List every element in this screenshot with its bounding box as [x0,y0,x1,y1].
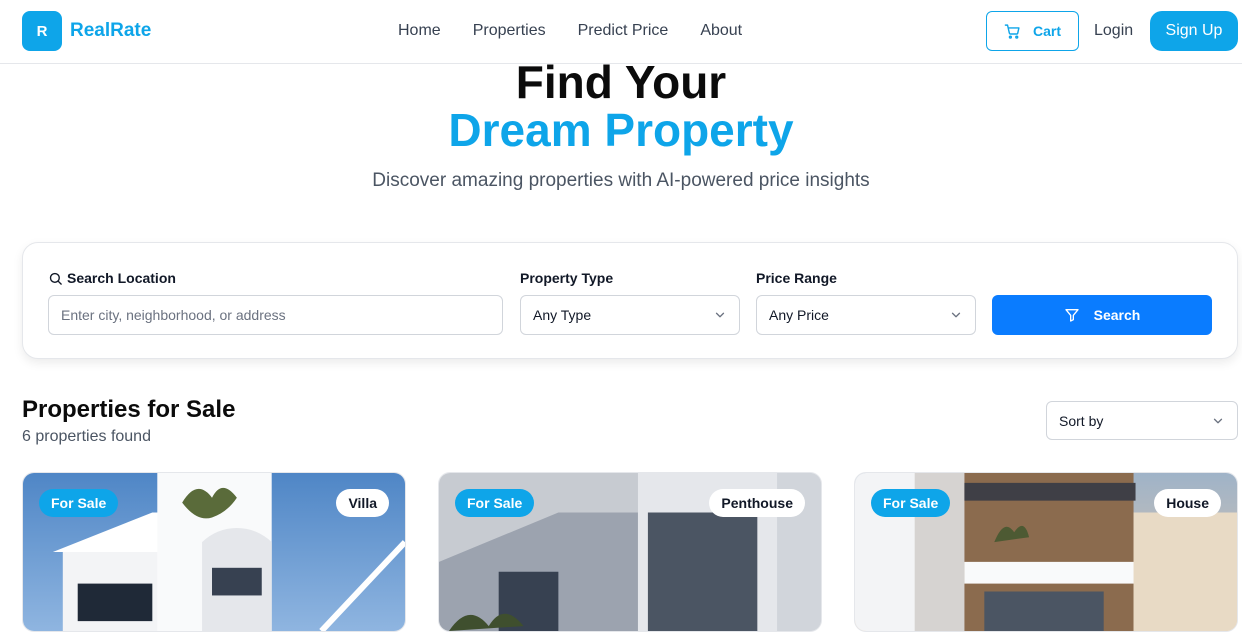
cart-icon [1004,23,1020,39]
nav-link-predict-price[interactable]: Predict Price [578,22,669,40]
chevron-down-icon [1213,418,1223,423]
filter-icon [1064,309,1079,322]
search-button-label: Search [1093,307,1141,323]
navbar: R RealRate Home Properties Predict Price… [0,0,1242,64]
brand-name: RealRate [70,20,152,41]
logo-badge: R [22,11,62,51]
property-type-value: Any Type [533,307,592,323]
cart-button[interactable]: Cart [986,11,1079,51]
property-type-badge: House [1154,489,1221,517]
sort-select[interactable]: Sort by [1046,401,1238,440]
property-card[interactable]: For Sale Villa [22,472,406,632]
hero-title-line1: Find Your [515,56,727,108]
property-type-badge: Penthouse [709,489,805,517]
location-label: Search Location [48,270,176,286]
brand-logo[interactable]: R RealRate [22,11,151,51]
status-badge: For Sale [39,489,119,517]
search-panel: Search Location Property Type Any Type P… [22,242,1238,359]
property-card[interactable]: For Sale House [854,472,1238,632]
sort-label: Sort by [1059,412,1104,429]
location-label-text: Search Location [67,270,176,286]
hero-title-line2: Dream Property [448,104,794,156]
nav-link-home[interactable]: Home [398,22,441,40]
property-type-badge: Villa [336,489,389,517]
price-range-value: Any Price [769,307,829,323]
location-input[interactable] [48,295,503,335]
search-button[interactable]: Search [992,295,1212,335]
price-range-label: Price Range [756,270,837,286]
listing-count: 6 properties found [22,428,151,445]
nav-link-about[interactable]: About [700,22,742,40]
nav-link-properties[interactable]: Properties [473,22,546,40]
status-badge: For Sale [455,489,535,517]
property-type-select[interactable]: Any Type [520,295,740,335]
hero-subtitle: Discover amazing properties with AI-powe… [372,170,870,191]
login-link[interactable]: Login [1094,22,1133,40]
signup-button[interactable]: Sign Up [1150,11,1238,51]
status-badge: For Sale [871,489,951,517]
cart-label: Cart [1032,23,1061,39]
property-type-label: Property Type [520,270,614,286]
chevron-down-icon [715,312,725,318]
property-card[interactable]: For Sale Penthouse [438,472,822,632]
price-range-select[interactable]: Any Price [756,295,976,335]
chevron-down-icon [951,312,961,318]
nav-links: Home Properties Predict Price About [398,22,742,40]
search-icon [49,272,62,285]
listing-title: Properties for Sale [22,396,236,423]
